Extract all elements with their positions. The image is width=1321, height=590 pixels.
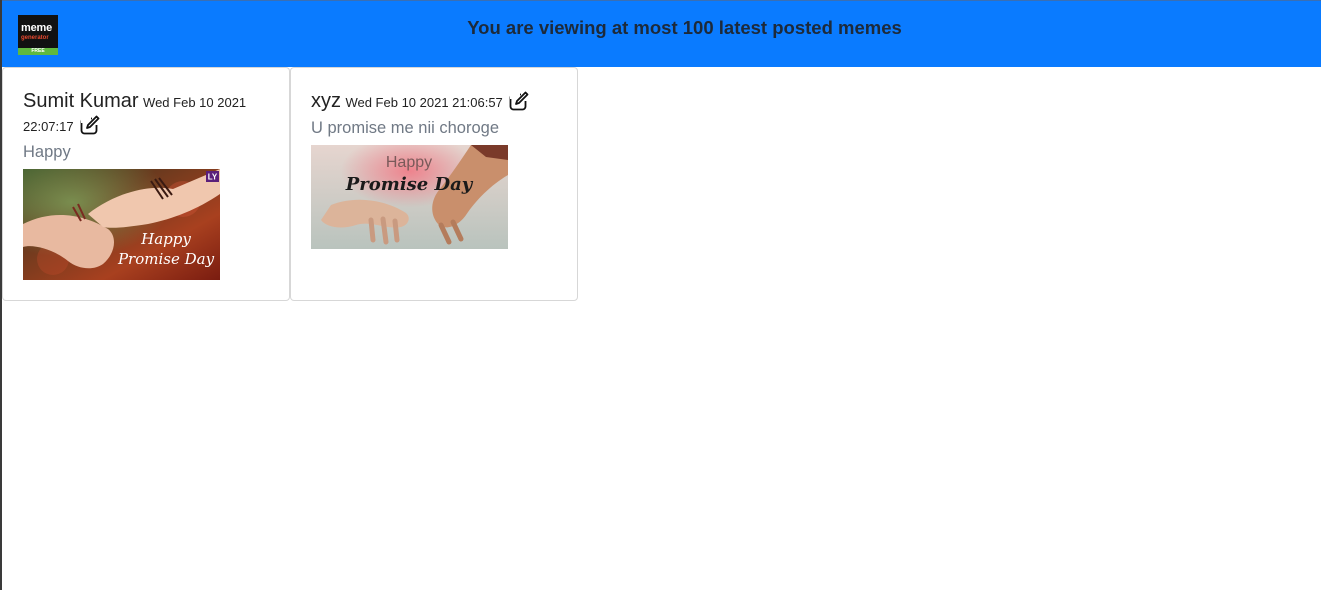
image-text-line2: Promise Day [345,174,474,195]
image-badge: LY [208,173,218,182]
meme-caption: Happy [23,143,71,161]
meme-image: LY Happy Promise Day [23,169,220,280]
image-text-line1: Happy [386,154,432,171]
edit-icon[interactable] [80,115,101,135]
meme-card: Sumit Kumar Wed Feb 10 2021 22:07:17 Hap… [2,67,290,301]
page-heading: You are viewing at most 100 latest poste… [467,17,902,38]
image-text-line1: Happy [140,230,191,248]
meme-card-header: Sumit Kumar Wed Feb 10 2021 22:07:17 [23,89,273,139]
image-text-line2: Promise Day [117,250,215,268]
page: meme generator FREE You are viewing at m… [0,0,1321,590]
meme-card: xyz Wed Feb 10 2021 21:06:57 U promise m… [290,67,578,301]
meme-image: Happy Promise Day [311,145,508,249]
logo-text-line3: FREE [18,48,58,55]
top-banner: meme generator FREE You are viewing at m… [0,0,1321,67]
meme-author: xyz [311,90,341,112]
meme-date: Wed Feb 10 2021 21:06:57 [345,95,503,110]
meme-caption: U promise me nii choroge [311,119,499,137]
meme-card-header: xyz Wed Feb 10 2021 21:06:57 [311,89,561,115]
edit-icon[interactable] [509,91,530,111]
window-left-border [0,0,2,590]
meme-author: Sumit Kumar [23,90,139,112]
